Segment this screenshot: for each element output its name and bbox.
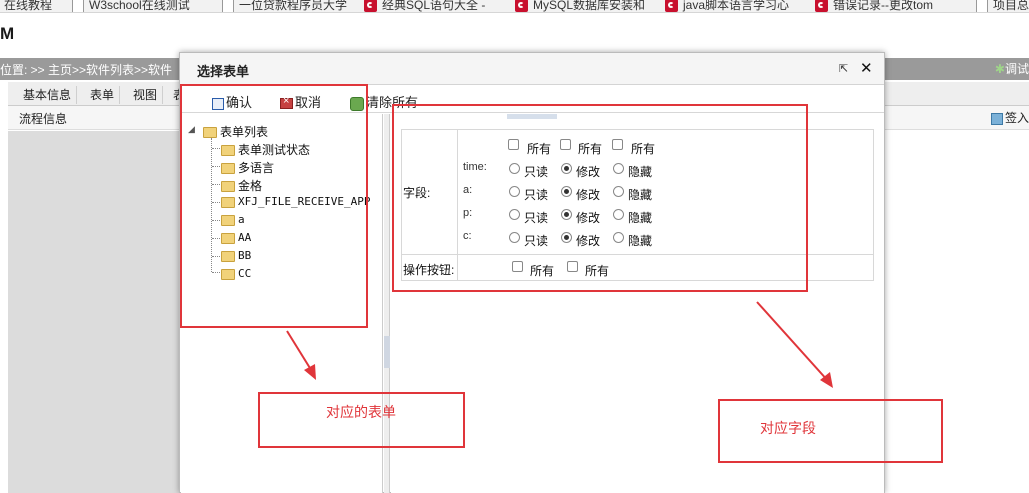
field-annotation-arrow xyxy=(756,301,833,388)
annotation-arrows xyxy=(286,301,833,388)
form-annotation-arrow xyxy=(286,330,316,380)
